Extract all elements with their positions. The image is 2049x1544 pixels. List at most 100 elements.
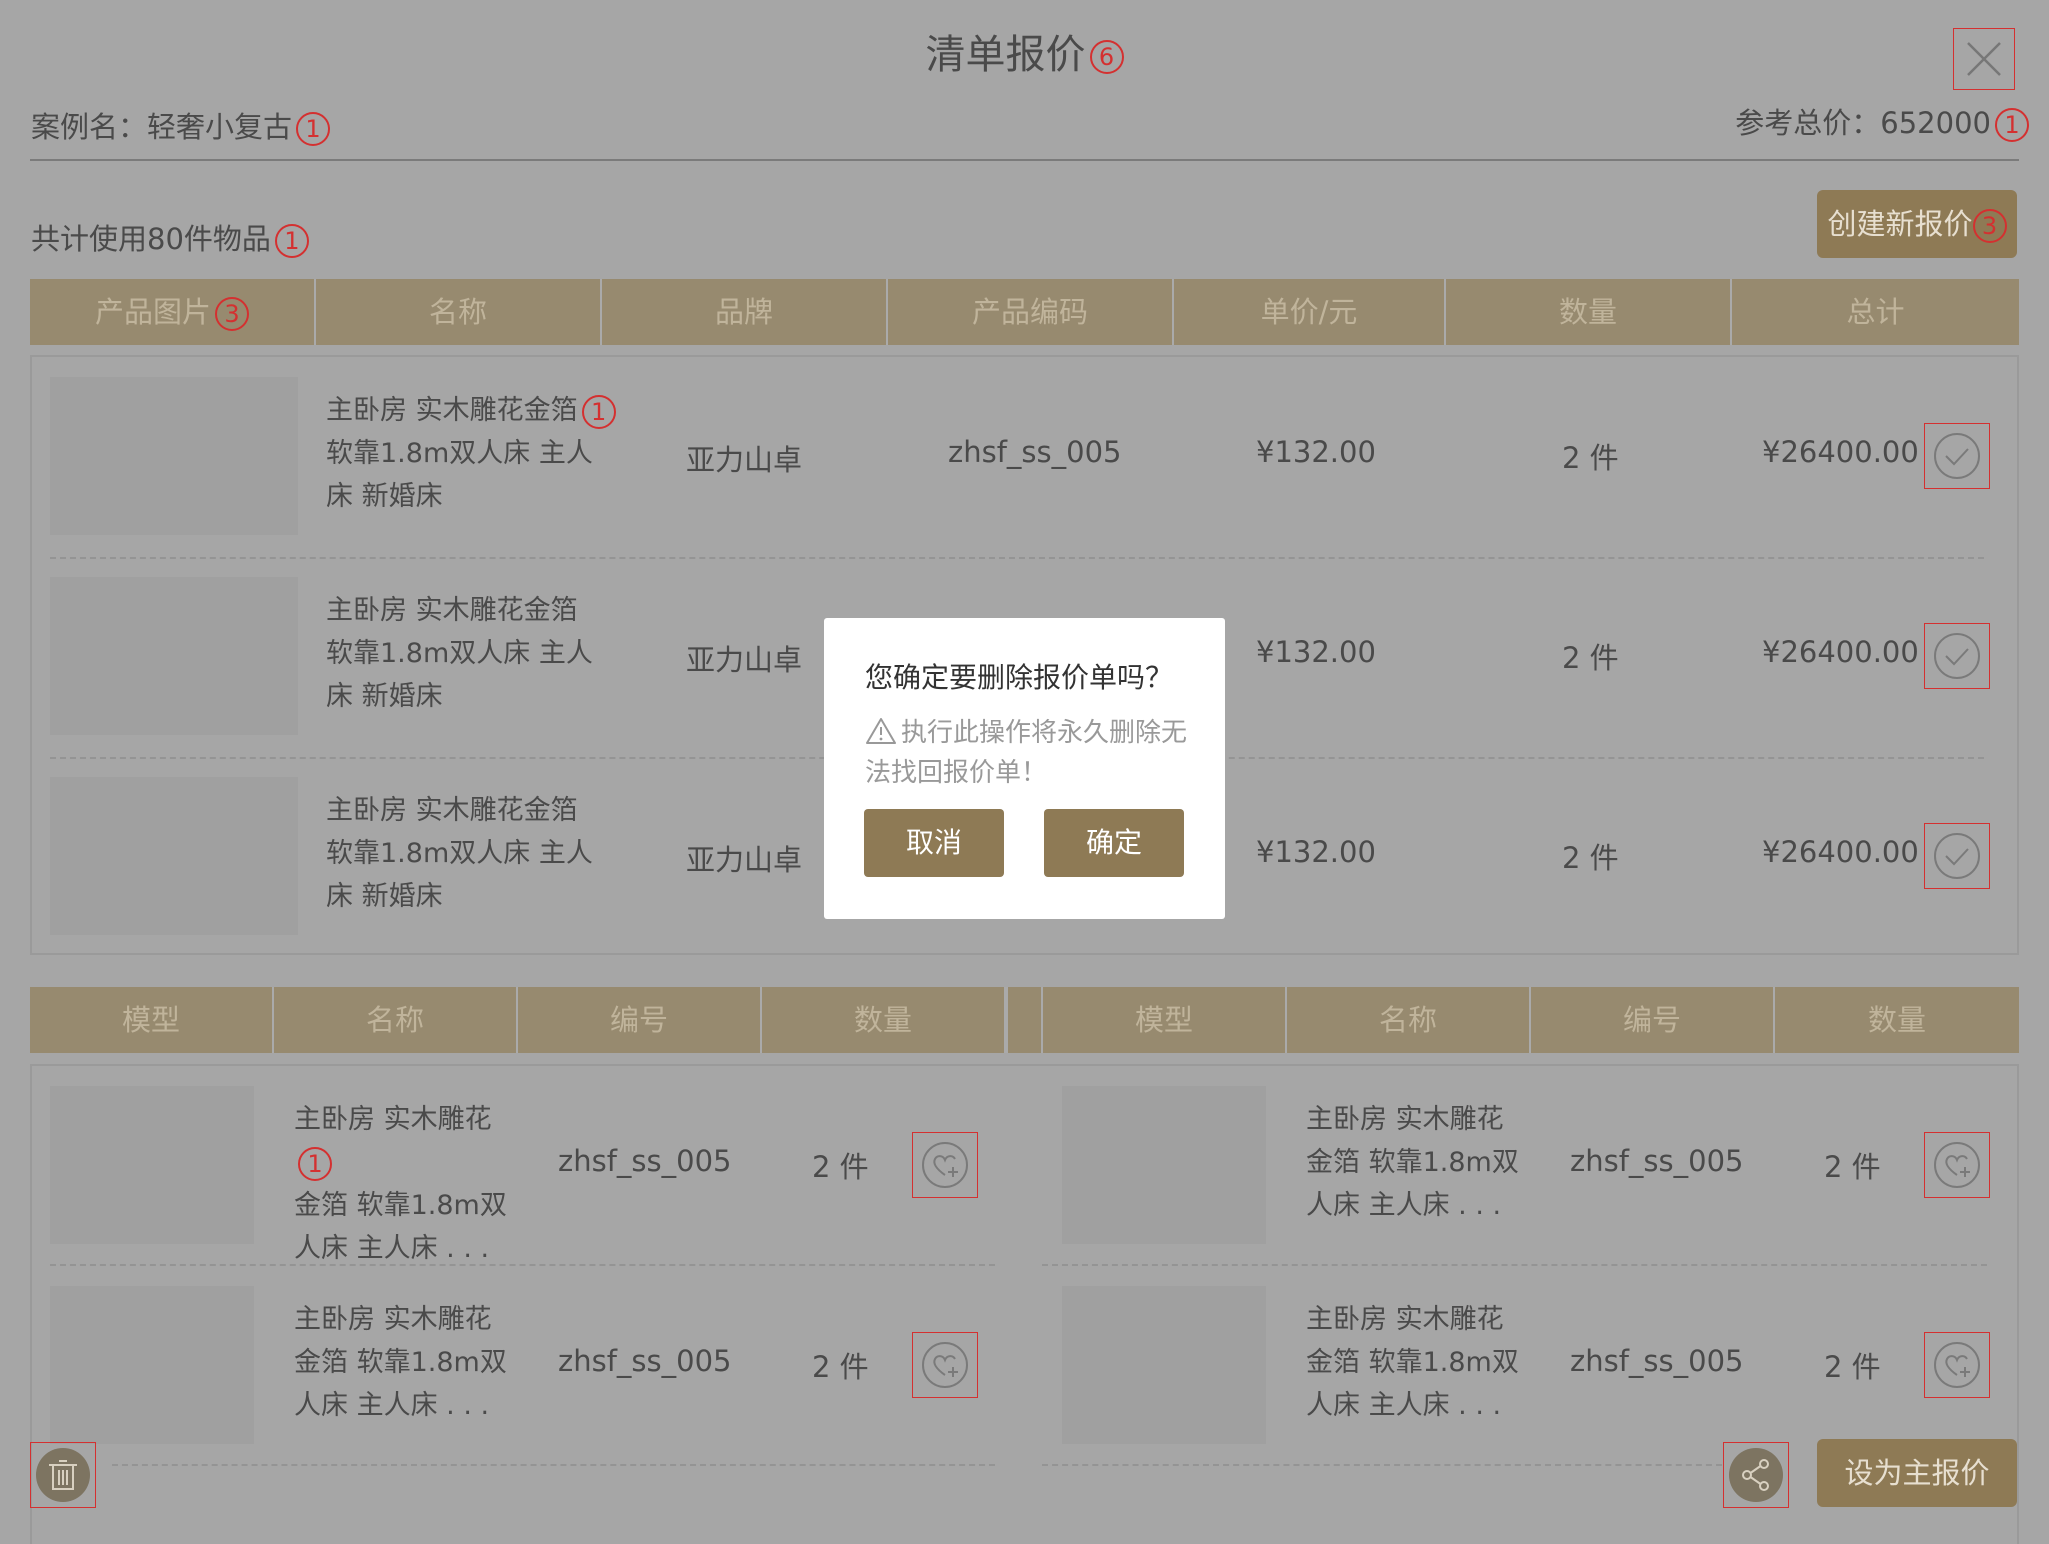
set-as-main-quote-button[interactable]: 设为主报价 [1817,1439,2017,1507]
product-name: 主卧房 实木雕花金箔 1 软靠1.8m双人床 主人 床 新婚床 [326,389,616,518]
column-spacer [1006,987,1043,1053]
model-name: 主卧房 实木雕花 金箔 软靠1.8m双 人床 主人床 . . . [1306,1104,1519,1221]
page-title: 清单报价 6 [0,22,2049,80]
confirm-delete-dialog: 您确定要删除报价单吗？ 执行此操作将永久删除无法找回报价单！ 取消 确定 [824,618,1225,919]
model-quantity: 2 件 [1824,1350,1881,1384]
model-name: 主卧房 实木雕花 金箔 软靠1.8m双 人床 主人床 . . . [1306,1304,1519,1421]
annotation-badge: 1 [298,1146,332,1181]
heart-plus-icon [922,1342,968,1388]
reference-total-price: 参考总价：652000 1 [1735,100,2029,142]
model-number: zhsf_ss_005 [558,1344,732,1378]
model-image [1062,1086,1266,1244]
check-circle-icon [1934,633,1980,679]
column-header-quantity: 数量 [1867,1003,1926,1037]
column-header-image: 产品图片 3 [30,279,316,345]
column-header-number: 编号 [518,987,762,1053]
row-divider [1042,1264,1987,1266]
product-brand: 亚力山卓 [686,643,803,677]
model-number: zhsf_ss_005 [1570,1144,1744,1178]
favorite-button[interactable] [912,1332,978,1398]
select-checkbox[interactable] [1924,823,1990,889]
annotation-badge: 1 [581,394,616,429]
unit-price: ¥132.00 [1256,835,1376,869]
delete-button[interactable] [30,1442,96,1508]
check-circle-icon [1934,833,1980,879]
product-table-header: 产品图片 3 名称 品牌 产品编码 单价/元 数量 总计 [30,279,2019,345]
quantity: 2 件 [1562,841,1619,875]
favorite-button[interactable] [912,1132,978,1198]
column-header-code: 产品编码 [888,279,1174,345]
share-icon [1729,1448,1783,1502]
annotation-badge: 1 [296,112,331,146]
heart-plus-icon [1934,1142,1980,1188]
favorite-button[interactable] [1924,1132,1990,1198]
list-item: 主卧房 实木雕花 金箔 软靠1.8m双 人床 主人床 . . . zhsf_ss… [1062,1086,2002,1244]
favorite-button[interactable] [1924,1332,1990,1398]
product-code: zhsf_ss_005 [948,435,1122,469]
case-name: 案例名：轻奢小复古 1 [31,104,331,146]
header-divider [30,159,2019,161]
dialog-message: 执行此操作将永久删除无法找回报价单！ [865,718,1188,788]
row-total: ¥26400.00 [1762,835,1919,869]
product-name: 主卧房 实木雕花金箔 软靠1.8m双人床 主人 床 新婚床 [326,595,593,712]
row-divider [50,1264,995,1266]
table-row: 主卧房 实木雕花金箔 1 软靠1.8m双人床 主人 床 新婚床 亚力山卓 zhsf… [50,377,1990,535]
share-button[interactable] [1723,1442,1789,1508]
model-name: 主卧房 实木雕花 金箔 软靠1.8m双 人床 主人床 . . . [294,1304,507,1421]
select-checkbox[interactable] [1924,423,1990,489]
annotation-badge: 3 [215,297,249,331]
quantity: 2 件 [1562,441,1619,475]
row-divider [112,1464,995,1466]
create-new-quote-button[interactable]: 创建新报价 3 [1817,190,2017,258]
item-count: 共计使用80件物品 1 [31,216,309,258]
model-table-body: 主卧房 实木雕花1 金箔 软靠1.8m双 人床 主人床 . . . zhsf_s… [30,1064,2019,1544]
annotation-badge: 3 [1972,209,2007,243]
dialog-title: 您确定要删除报价单吗？ [865,661,1174,694]
warning-icon [866,718,896,744]
column-header-total: 总计 [1846,295,1905,329]
select-checkbox[interactable] [1924,623,1990,689]
model-image [50,1086,254,1244]
list-item: 主卧房 实木雕花1 金箔 软靠1.8m双 人床 主人床 . . . zhsf_s… [50,1086,1025,1264]
close-icon [1967,42,2001,76]
unit-price: ¥132.00 [1256,435,1376,469]
column-header-model: 模型 [1043,987,1287,1053]
column-header-name: 名称 [274,987,518,1053]
model-image [1062,1286,1266,1444]
column-header-name: 名称 [1287,987,1531,1053]
model-quantity: 2 件 [1824,1150,1881,1184]
column-header-brand: 品牌 [602,279,888,345]
product-image [50,777,298,935]
heart-plus-icon [1934,1342,1980,1388]
model-number: zhsf_ss_005 [558,1144,732,1178]
column-header-name: 名称 [316,279,602,345]
model-table-header: 模型 名称 编号 数量 模型 名称 编号 数量 [30,987,2019,1053]
trash-icon [36,1448,90,1502]
model-quantity: 2 件 [812,1150,869,1184]
row-divider [1042,1464,1722,1466]
model-quantity: 2 件 [812,1350,869,1384]
column-header-model: 模型 [30,987,274,1053]
annotation-badge: 1 [274,224,309,258]
confirm-button[interactable]: 确定 [1044,809,1184,877]
close-button[interactable] [1953,28,2015,90]
list-item: 主卧房 实木雕花 金箔 软靠1.8m双 人床 主人床 . . . zhsf_ss… [50,1286,1025,1444]
row-total: ¥26400.00 [1762,435,1919,469]
column-header-number: 编号 [1531,987,1775,1053]
column-header-unit-price: 单价/元 [1174,279,1446,345]
unit-price: ¥132.00 [1256,635,1376,669]
model-name: 主卧房 实木雕花1 金箔 软靠1.8m双 人床 主人床 . . . [294,1104,507,1264]
heart-plus-icon [922,1142,968,1188]
model-number: zhsf_ss_005 [1570,1344,1744,1378]
product-image [50,577,298,735]
cancel-button[interactable]: 取消 [864,809,1004,877]
annotation-badge: 6 [1089,40,1124,74]
row-divider [50,557,1984,559]
annotation-badge: 1 [1995,108,2029,142]
model-image [50,1286,254,1444]
quantity: 2 件 [1562,641,1619,675]
product-brand: 亚力山卓 [686,443,803,477]
list-item: 主卧房 实木雕花 金箔 软靠1.8m双 人床 主人床 . . . zhsf_ss… [1062,1286,2002,1444]
column-header-quantity: 数量 [762,987,1006,1053]
product-brand: 亚力山卓 [686,843,803,877]
